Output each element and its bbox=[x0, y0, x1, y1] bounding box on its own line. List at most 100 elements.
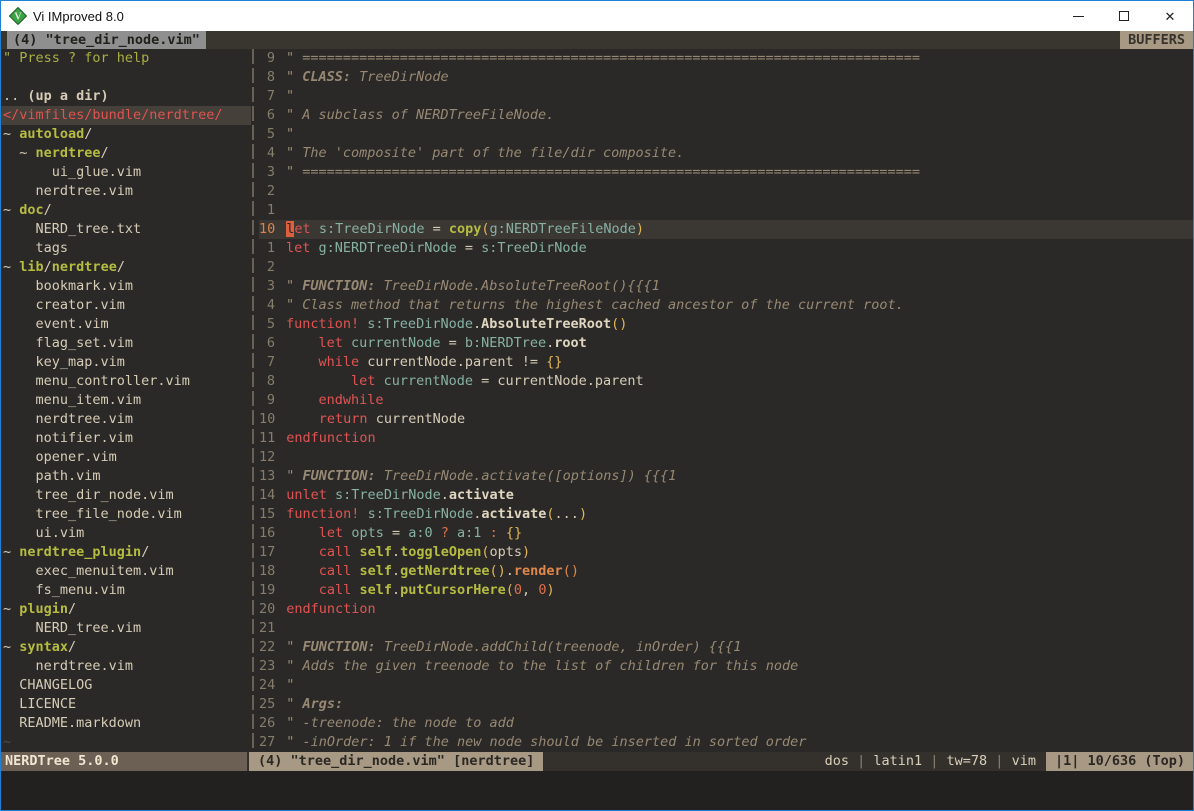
tree-item[interactable]: nerdtree.vim bbox=[3, 657, 251, 676]
line-number: 12 bbox=[259, 448, 275, 467]
code-line[interactable]: 13" FUNCTION: TreeDirNode.activate([opti… bbox=[259, 467, 1193, 486]
line-number: 8 bbox=[259, 68, 275, 87]
tree-item[interactable]: README.markdown bbox=[3, 714, 251, 733]
code-line[interactable]: 24" bbox=[259, 676, 1193, 695]
tree-item[interactable] bbox=[3, 68, 251, 87]
tree-item[interactable]: .. (up a dir) bbox=[3, 87, 251, 106]
line-number: 6 bbox=[259, 334, 275, 353]
line-number: 17 bbox=[259, 543, 275, 562]
line-number: 23 bbox=[259, 657, 275, 676]
line-number: 10 bbox=[259, 410, 275, 429]
code-line[interactable]: 20endfunction bbox=[259, 600, 1193, 619]
line-number: 8 bbox=[259, 372, 275, 391]
tree-item[interactable]: NERD_tree.txt bbox=[3, 220, 251, 239]
code-line[interactable]: 16 let opts = a:0 ? a:1 : {} bbox=[259, 524, 1193, 543]
tree-item[interactable]: nerdtree.vim bbox=[3, 182, 251, 201]
tree-item[interactable]: " Press ? for help bbox=[3, 49, 251, 68]
vertical-split-separator[interactable] bbox=[251, 49, 259, 752]
maximize-button[interactable] bbox=[1101, 1, 1147, 31]
code-line[interactable]: 1 bbox=[259, 201, 1193, 220]
tree-item[interactable]: ~ plugin/ bbox=[3, 600, 251, 619]
code-line[interactable]: 21 bbox=[259, 619, 1193, 638]
nerdtree-panel[interactable]: " Press ? for help .. (up a dir)</vimfile… bbox=[1, 49, 251, 752]
tree-item[interactable]: nerdtree.vim bbox=[3, 410, 251, 429]
line-number: 2 bbox=[259, 182, 275, 201]
code-line[interactable]: 6" A subclass of NERDTreeFileNode. bbox=[259, 106, 1193, 125]
tree-item[interactable]: tags bbox=[3, 239, 251, 258]
code-line[interactable]: 7 while currentNode.parent != {} bbox=[259, 353, 1193, 372]
line-number: 9 bbox=[259, 391, 275, 410]
code-line[interactable]: 10let s:TreeDirNode = copy(g:NERDTreeFil… bbox=[259, 220, 1193, 239]
code-line[interactable]: 25" Args: bbox=[259, 695, 1193, 714]
code-line[interactable]: 9" =====================================… bbox=[259, 49, 1193, 68]
tree-item[interactable]: menu_item.vim bbox=[3, 391, 251, 410]
tree-item[interactable]: ~ nerdtree/ bbox=[3, 144, 251, 163]
line-number: 9 bbox=[259, 49, 275, 68]
tree-item[interactable]: ui_glue.vim bbox=[3, 163, 251, 182]
line-number: 2 bbox=[259, 258, 275, 277]
line-number: 11 bbox=[259, 429, 275, 448]
code-line[interactable]: 23" Adds the given treenode to the list … bbox=[259, 657, 1193, 676]
code-buffer[interactable]: 9" =====================================… bbox=[259, 49, 1193, 752]
tree-item[interactable]: creator.vim bbox=[3, 296, 251, 315]
tree-item[interactable]: tree_file_node.vim bbox=[3, 505, 251, 524]
code-line[interactable]: 8" CLASS: TreeDirNode bbox=[259, 68, 1193, 87]
code-line[interactable]: 5" bbox=[259, 125, 1193, 144]
code-line[interactable]: 19 call self.putCursorHere(0, 0) bbox=[259, 581, 1193, 600]
code-line[interactable]: 15function! s:TreeDirNode.activate(...) bbox=[259, 505, 1193, 524]
tree-item[interactable]: event.vim bbox=[3, 315, 251, 334]
tree-item[interactable]: flag_set.vim bbox=[3, 334, 251, 353]
tree-item[interactable]: ~ lib/nerdtree/ bbox=[3, 258, 251, 277]
tree-item[interactable]: opener.vim bbox=[3, 448, 251, 467]
tree-item[interactable]: bookmark.vim bbox=[3, 277, 251, 296]
minimize-button[interactable] bbox=[1055, 1, 1101, 31]
code-line[interactable]: 18 call self.getNerdtree().render() bbox=[259, 562, 1193, 581]
code-line[interactable]: 4" The 'composite' part of the file/dir … bbox=[259, 144, 1193, 163]
tree-item[interactable]: menu_controller.vim bbox=[3, 372, 251, 391]
tree-item[interactable]: LICENCE bbox=[3, 695, 251, 714]
code-line[interactable]: 3" FUNCTION: TreeDirNode.AbsoluteTreeRoo… bbox=[259, 277, 1193, 296]
tree-item[interactable]: </vimfiles/bundle/nerdtree/ bbox=[1, 106, 251, 125]
tree-item[interactable]: ui.vim bbox=[3, 524, 251, 543]
code-line[interactable]: 14unlet s:TreeDirNode.activate bbox=[259, 486, 1193, 505]
code-line[interactable]: 7" bbox=[259, 87, 1193, 106]
code-line[interactable]: 1let g:NERDTreeDirNode = s:TreeDirNode bbox=[259, 239, 1193, 258]
code-line[interactable]: 6 let currentNode = b:NERDTree.root bbox=[259, 334, 1193, 353]
code-line[interactable]: 17 call self.toggleOpen(opts) bbox=[259, 543, 1193, 562]
statusline: NERDTree 5.0.0 (4) "tree_dir_node.vim" [… bbox=[1, 752, 1193, 771]
code-line[interactable]: 2 bbox=[259, 182, 1193, 201]
tree-item[interactable]: NERD_tree.vim bbox=[3, 619, 251, 638]
tab-tree-dir-node[interactable]: (4) "tree_dir_node.vim" bbox=[7, 31, 206, 49]
tree-item[interactable]: exec_menuitem.vim bbox=[3, 562, 251, 581]
tree-item[interactable]: ~ autoload/ bbox=[3, 125, 251, 144]
code-line[interactable]: 22" FUNCTION: TreeDirNode.addChild(treen… bbox=[259, 638, 1193, 657]
tree-item[interactable]: ~ bbox=[3, 733, 251, 752]
code-line[interactable]: 10 return currentNode bbox=[259, 410, 1193, 429]
code-line[interactable]: 2 bbox=[259, 258, 1193, 277]
tree-item[interactable]: path.vim bbox=[3, 467, 251, 486]
tree-item[interactable]: ~ nerdtree_plugin/ bbox=[3, 543, 251, 562]
tree-item[interactable]: fs_menu.vim bbox=[3, 581, 251, 600]
tree-item[interactable]: notifier.vim bbox=[3, 429, 251, 448]
tree-item[interactable]: ~ syntax/ bbox=[3, 638, 251, 657]
buffers-label: BUFFERS bbox=[1120, 31, 1193, 49]
code-line[interactable]: 27" -inOrder: 1 if the new node should b… bbox=[259, 733, 1193, 752]
line-number: 3 bbox=[259, 277, 275, 296]
tree-item[interactable]: tree_dir_node.vim bbox=[3, 486, 251, 505]
code-line[interactable]: 3" =====================================… bbox=[259, 163, 1193, 182]
code-line[interactable]: 26" -treenode: the node to add bbox=[259, 714, 1193, 733]
code-line[interactable]: 5function! s:TreeDirNode.AbsoluteTreeRoo… bbox=[259, 315, 1193, 334]
code-line[interactable]: 11endfunction bbox=[259, 429, 1193, 448]
code-line[interactable]: 4" Class method that returns the highest… bbox=[259, 296, 1193, 315]
line-number: 1 bbox=[259, 201, 275, 220]
close-button[interactable]: ✕ bbox=[1147, 1, 1193, 31]
tree-item[interactable]: key_map.vim bbox=[3, 353, 251, 372]
code-line[interactable]: 9 endwhile bbox=[259, 391, 1193, 410]
line-number: 20 bbox=[259, 600, 275, 619]
code-line[interactable]: 12 bbox=[259, 448, 1193, 467]
tree-item[interactable]: ~ doc/ bbox=[3, 201, 251, 220]
line-number: 5 bbox=[259, 125, 275, 144]
vim-app-icon: V bbox=[9, 7, 27, 25]
tree-item[interactable]: CHANGELOG bbox=[3, 676, 251, 695]
code-line[interactable]: 8 let currentNode = currentNode.parent bbox=[259, 372, 1193, 391]
